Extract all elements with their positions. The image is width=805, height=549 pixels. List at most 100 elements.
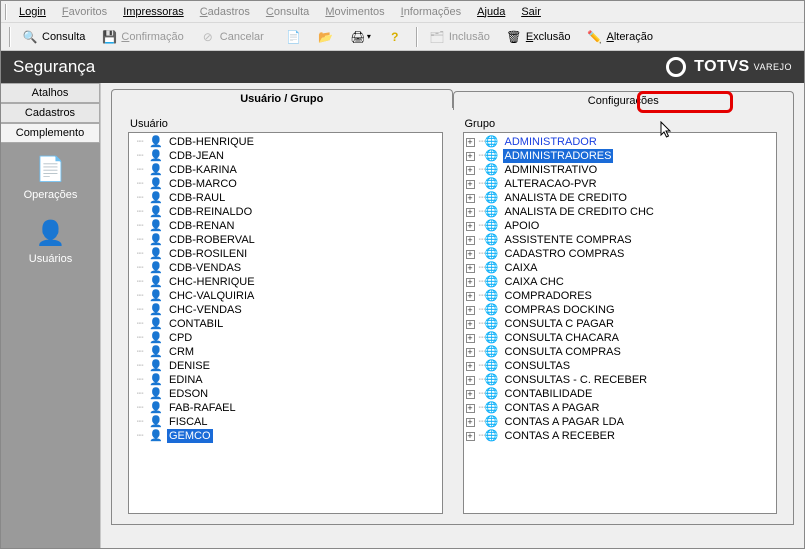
group-icon: 🌐 (485, 191, 499, 205)
menu-item-consulta: Consulta (258, 4, 317, 20)
grupo-tree-item[interactable]: +┈🌐APOIO (464, 219, 777, 233)
expand-icon[interactable]: + (466, 250, 475, 259)
usuario-tree[interactable]: ┈👤CDB-HENRIQUE┈👤CDB-JEAN┈👤CDB-KARINA┈👤CD… (128, 132, 443, 514)
grupo-tree-item[interactable]: +┈🌐ADMINISTRATIVO (464, 163, 777, 177)
expand-icon[interactable]: + (466, 264, 475, 273)
grupo-tree-item[interactable]: +┈🌐CONSULTA C PAGAR (464, 317, 777, 331)
sidebar-item-operacoes[interactable]: 📄 Operações (1, 153, 100, 201)
usuario-tree-item[interactable]: ┈👤CRM (129, 345, 442, 359)
usuario-tree-item[interactable]: ┈👤CONTABIL (129, 317, 442, 331)
grupo-tree-item[interactable]: +┈🌐CONSULTA CHACARA (464, 331, 777, 345)
expand-icon[interactable]: + (466, 306, 475, 315)
consulta-button[interactable]: 🔍 Consulta (15, 26, 92, 48)
grupo-tree-item[interactable]: +┈🌐CADASTRO COMPRAS (464, 247, 777, 261)
sidebar-tab-complemento[interactable]: Complemento (1, 123, 100, 143)
grupo-tree-item[interactable]: +┈🌐CAIXA CHC (464, 275, 777, 289)
expand-icon[interactable]: + (466, 236, 475, 245)
expand-icon[interactable]: + (466, 334, 475, 343)
menu-item-sair[interactable]: Sair (513, 4, 549, 20)
sidebar-tab-cadastros[interactable]: Cadastros (1, 103, 100, 123)
expand-icon[interactable]: + (466, 166, 475, 175)
user-icon: 👤 (149, 345, 163, 359)
tab-configuracoes[interactable]: Configurações (453, 91, 795, 110)
expand-icon[interactable]: + (466, 348, 475, 357)
grupo-tree-item[interactable]: +┈🌐ANALISTA DE CREDITO (464, 191, 777, 205)
usuario-tree-item[interactable]: ┈👤DENISE (129, 359, 442, 373)
tree-item-label: CDB-VENDAS (167, 261, 243, 275)
expand-icon[interactable]: + (466, 194, 475, 203)
alteracao-button[interactable]: ✏️ Alteração (579, 26, 659, 48)
tab-usuario-grupo[interactable]: Usuário / Grupo (111, 89, 453, 108)
usuario-tree-item[interactable]: ┈👤CDB-VENDAS (129, 261, 442, 275)
grupo-tree-item[interactable]: +┈🌐ADMINISTRADOR (464, 135, 777, 149)
expand-icon[interactable]: + (466, 222, 475, 231)
expand-icon[interactable]: + (466, 432, 475, 441)
expand-icon[interactable]: + (466, 138, 475, 147)
usuario-tree-item[interactable]: ┈👤CDB-JEAN (129, 149, 442, 163)
grupo-tree[interactable]: +┈🌐ADMINISTRADOR+┈🌐ADMINISTRADORES+┈🌐ADM… (463, 132, 778, 514)
help-button[interactable]: ? (380, 26, 410, 48)
usuario-tree-item[interactable]: ┈👤CDB-KARINA (129, 163, 442, 177)
expand-icon[interactable]: + (466, 292, 475, 301)
print-button[interactable]: 🖨 ▾ (343, 26, 378, 48)
usuario-tree-item[interactable]: ┈👤CDB-RAUL (129, 191, 442, 205)
usuario-tree-item[interactable]: ┈👤GEMCO (129, 429, 442, 443)
open-button[interactable]: 📂 (311, 26, 341, 48)
expand-icon[interactable]: + (466, 376, 475, 385)
grupo-tree-item[interactable]: +┈🌐CONSULTA COMPRAS (464, 345, 777, 359)
usuario-tree-item[interactable]: ┈👤EDSON (129, 387, 442, 401)
exclusao-button[interactable]: 🗑 Exclusão (499, 26, 578, 48)
usuario-tree-item[interactable]: ┈👤CDB-REINALDO (129, 205, 442, 219)
grupo-tree-item[interactable]: +┈🌐CONSULTAS - C. RECEBER (464, 373, 777, 387)
usuario-tree-item[interactable]: ┈👤FISCAL (129, 415, 442, 429)
usuario-tree-item[interactable]: ┈👤FAB-RAFAEL (129, 401, 442, 415)
grupo-tree-item[interactable]: +┈🌐CONSULTAS (464, 359, 777, 373)
user-icon: 👤 (149, 219, 163, 233)
usuario-tree-item[interactable]: ┈👤CHC-VENDAS (129, 303, 442, 317)
expand-icon[interactable]: + (466, 278, 475, 287)
expand-icon[interactable]: + (466, 180, 475, 189)
user-icon: 👤 (149, 261, 163, 275)
grupo-tree-item[interactable]: +┈🌐COMPRADORES (464, 289, 777, 303)
new-doc-button[interactable]: 📄 (279, 26, 309, 48)
usuario-tree-item[interactable]: ┈👤CPD (129, 331, 442, 345)
grupo-tree-item[interactable]: +┈🌐ANALISTA DE CREDITO CHC (464, 205, 777, 219)
usuario-tree-item[interactable]: ┈👤CDB-RENAN (129, 219, 442, 233)
grupo-tree-item[interactable]: +┈🌐CONTAS A PAGAR LDA (464, 415, 777, 429)
grupo-tree-item[interactable]: +┈🌐COMPRAS DOCKING (464, 303, 777, 317)
expand-icon[interactable]: + (466, 404, 475, 413)
sidebar-tab-atalhos[interactable]: Atalhos (1, 83, 100, 103)
tree-connector: ┈ (131, 191, 149, 205)
grupo-tree-item[interactable]: +┈🌐CAIXA (464, 261, 777, 275)
tree-item-label: CDB-RAUL (167, 191, 227, 205)
usuario-tree-item[interactable]: ┈👤CDB-MARCO (129, 177, 442, 191)
expand-icon[interactable]: + (466, 418, 475, 427)
expand-icon[interactable]: + (466, 362, 475, 371)
tree-connector: ┈ (131, 233, 149, 247)
expand-icon[interactable]: + (466, 208, 475, 217)
group-icon: 🌐 (485, 233, 499, 247)
usuario-tree-item[interactable]: ┈👤CHC-VALQUIRIA (129, 289, 442, 303)
expand-icon[interactable]: + (466, 390, 475, 399)
usuario-tree-item[interactable]: ┈👤CDB-HENRIQUE (129, 135, 442, 149)
usuario-tree-item[interactable]: ┈👤CDB-ROSILENI (129, 247, 442, 261)
menu-item-ajuda[interactable]: Ajuda (469, 4, 513, 20)
menu-item-login[interactable]: Login (11, 4, 54, 20)
expand-icon[interactable]: + (466, 320, 475, 329)
tree-item-label: ALTERACAO-PVR (503, 177, 599, 191)
grupo-tree-item[interactable]: +┈🌐CONTAS A RECEBER (464, 429, 777, 443)
usuario-tree-item[interactable]: ┈👤EDINA (129, 373, 442, 387)
grupo-tree-item[interactable]: +┈🌐CONTABILIDADE (464, 387, 777, 401)
usuario-tree-item[interactable]: ┈👤CDB-ROBERVAL (129, 233, 442, 247)
grupo-tree-item[interactable]: +┈🌐ADMINISTRADORES (464, 149, 777, 163)
tree-item-label: CHC-HENRIQUE (167, 275, 257, 289)
grupo-tree-item[interactable]: +┈🌐CONTAS A PAGAR (464, 401, 777, 415)
grupo-tree-item[interactable]: +┈🌐ALTERACAO-PVR (464, 177, 777, 191)
expand-icon[interactable]: + (466, 152, 475, 161)
tree-item-label: CDB-ROSILENI (167, 247, 249, 261)
usuario-tree-item[interactable]: ┈👤CHC-HENRIQUE (129, 275, 442, 289)
menu-item-impressoras[interactable]: Impressoras (115, 4, 192, 20)
content-area: Usuário / Grupo Configurações Usuário ┈👤… (101, 83, 804, 548)
grupo-tree-item[interactable]: +┈🌐ASSISTENTE COMPRAS (464, 233, 777, 247)
sidebar-item-usuarios[interactable]: 👤 Usuários (1, 217, 100, 265)
